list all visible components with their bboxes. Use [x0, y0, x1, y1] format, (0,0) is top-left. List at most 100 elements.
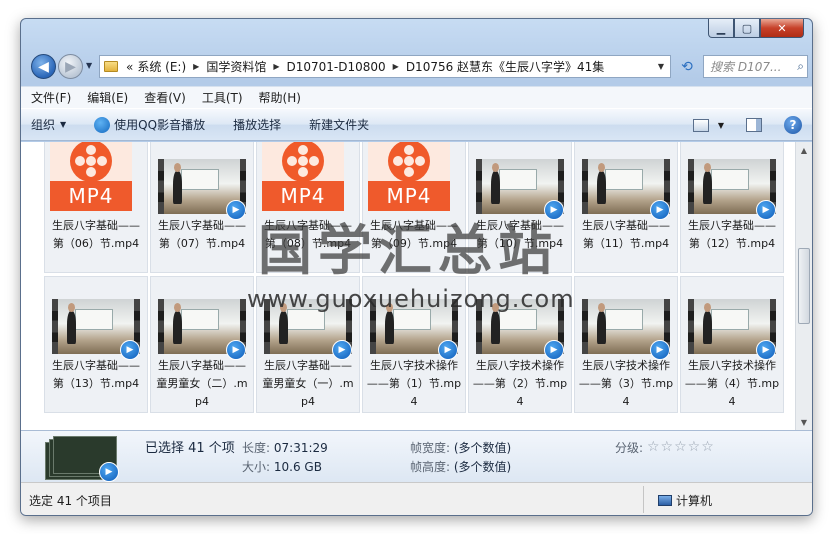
- file-name: 生辰八字基础——第（11）节.mp4: [582, 219, 670, 250]
- film-reel-icon: [70, 142, 112, 182]
- file-name: 生辰八字基础——童男童女（一）.mp4: [262, 359, 354, 408]
- file-name: 生辰八字技术操作——第（2）节.mp4: [472, 359, 568, 408]
- minimize-button[interactable]: ▁: [708, 19, 734, 38]
- file-item[interactable]: ▶ 生辰八字基础——童男童女（二）.mp4: [150, 276, 254, 413]
- scroll-up-icon[interactable]: ▲: [796, 142, 812, 158]
- size-row: 大小: 10.6 GB: [242, 458, 322, 475]
- play-qq-label: 使用QQ影音播放: [114, 118, 206, 132]
- play-selection-label: 播放选择: [233, 118, 282, 132]
- file-name: 生辰八字基础——第（13）节.mp4: [52, 359, 140, 390]
- presenter-shape: [491, 302, 501, 345]
- play-selection-button[interactable]: 播放选择: [233, 116, 281, 133]
- breadcrumb-range[interactable]: D10701-D10800: [282, 60, 389, 74]
- frame-height-label: 帧高度:: [410, 460, 451, 474]
- search-input[interactable]: 搜索 D107...: [710, 58, 781, 75]
- rating-stars[interactable]: ☆☆☆☆☆: [647, 439, 715, 455]
- breadcrumb-library[interactable]: 国学资料馆: [202, 58, 270, 75]
- chevron-right-icon[interactable]: ▶: [270, 62, 282, 71]
- file-item[interactable]: ▶ 生辰八字技术操作——第（3）节.mp4: [574, 276, 678, 413]
- refresh-icon[interactable]: ⟲: [675, 55, 699, 78]
- selected-count: 已选择 41 个项: [145, 441, 235, 456]
- file-name: 生辰八字基础——第（12）节.mp4: [688, 219, 776, 250]
- help-icon[interactable]: ?: [784, 116, 802, 134]
- presenter-shape: [597, 302, 607, 345]
- film-reel-icon: [388, 142, 430, 182]
- length-value: 07:31:29: [273, 441, 328, 455]
- presenter-shape: [491, 162, 501, 205]
- presenter-shape: [173, 302, 183, 345]
- breadcrumb-drive[interactable]: 系统 (E:): [133, 58, 190, 75]
- forward-button[interactable]: ▶: [58, 54, 83, 79]
- whiteboard-shape: [710, 308, 749, 330]
- status-bar: 选定 41 个项目 计算机: [21, 482, 812, 515]
- watermark-title: 国学汇总站: [258, 218, 558, 282]
- file-item[interactable]: ▶ 生辰八字基础——第（13）节.mp4: [44, 276, 148, 413]
- video-thumbnail: ▶: [158, 159, 246, 220]
- presenter-shape: [385, 302, 395, 345]
- chevron-right-icon[interactable]: ▶: [390, 62, 402, 71]
- recent-pages-icon[interactable]: ▼: [86, 61, 92, 70]
- file-item[interactable]: ▶ 生辰八字基础——第（11）节.mp4: [574, 142, 678, 273]
- scroll-thumb[interactable]: [798, 248, 810, 324]
- file-item[interactable]: ▶ 生辰八字基础——第（12）节.mp4: [680, 142, 784, 273]
- organize-label: 组织: [31, 118, 56, 132]
- whiteboard-shape: [180, 308, 219, 330]
- frame-width-label: 帧宽度:: [410, 441, 451, 455]
- command-bar: 组织 ▼ 使用QQ影音播放 播放选择 新建文件夹 ▼ ?: [21, 108, 812, 141]
- chevron-down-icon[interactable]: ▼: [652, 62, 670, 71]
- presenter-shape: [279, 302, 289, 345]
- menu-view[interactable]: 查看(V): [144, 89, 186, 106]
- presenter-shape: [703, 162, 713, 205]
- presenter-shape: [67, 302, 77, 345]
- menu-file[interactable]: 文件(F): [31, 89, 71, 106]
- search-icon[interactable]: ⌕: [797, 59, 804, 74]
- frame-width-value: (多个数值): [453, 441, 512, 455]
- play-qq-button[interactable]: 使用QQ影音播放: [94, 116, 205, 133]
- selection-thumbnail-stack: ▶: [45, 436, 121, 482]
- back-button[interactable]: ◀: [31, 54, 56, 79]
- file-name: 生辰八字基础——第（06）节.mp4: [52, 219, 140, 250]
- mp4-file-icon: MP4: [368, 142, 450, 211]
- new-folder-button[interactable]: 新建文件夹: [309, 116, 369, 133]
- address-bar[interactable]: « 系统 (E:) ▶ 国学资料馆 ▶ D10701-D10800 ▶ D107…: [99, 55, 671, 78]
- presenter-shape: [597, 162, 607, 205]
- address-overflow[interactable]: «: [126, 60, 133, 74]
- file-name: 生辰八字技术操作——第（4）节.mp4: [684, 359, 780, 408]
- file-item[interactable]: MP4 生辰八字基础——第（06）节.mp4: [44, 142, 148, 273]
- organize-button[interactable]: 组织 ▼: [31, 116, 66, 133]
- search-box[interactable]: 搜索 D107... ⌕: [703, 55, 808, 78]
- menu-tools[interactable]: 工具(T): [202, 89, 243, 106]
- preview-pane-icon[interactable]: [746, 118, 762, 132]
- change-view-icon[interactable]: [692, 118, 709, 132]
- folder-icon: [104, 61, 118, 72]
- whiteboard-shape: [604, 168, 643, 190]
- presenter-shape: [703, 302, 713, 345]
- scroll-down-icon[interactable]: ▼: [796, 414, 812, 430]
- rating-label: 分级:: [615, 441, 644, 455]
- new-folder-label: 新建文件夹: [309, 118, 370, 132]
- video-thumbnail: ▶: [582, 299, 670, 360]
- maximize-button[interactable]: ▢: [734, 19, 760, 38]
- details-pane: ▶ 已选择 41 个项 长度: 07:31:29 大小: 10.6 GB 帧宽度…: [21, 430, 812, 482]
- mp4-file-icon: MP4: [50, 142, 132, 211]
- whiteboard-shape: [710, 168, 749, 190]
- size-label: 大小:: [242, 460, 271, 474]
- file-name: 生辰八字技术操作——第（3）节.mp4: [578, 359, 674, 408]
- file-item[interactable]: ▶ 生辰八字基础——第（07）节.mp4: [150, 142, 254, 273]
- status-divider: [643, 486, 644, 513]
- file-item[interactable]: ▶ 生辰八字技术操作——第（4）节.mp4: [680, 276, 784, 413]
- menu-edit[interactable]: 编辑(E): [87, 89, 128, 106]
- breadcrumb-current[interactable]: D10756 赵慧东《生辰八字学》41集: [402, 58, 609, 75]
- status-location-label: 计算机: [676, 494, 713, 508]
- video-thumbnail: ▶: [158, 299, 246, 360]
- chevron-right-icon[interactable]: ▶: [190, 62, 202, 71]
- mp4-badge: MP4: [50, 181, 132, 211]
- frame-height-value: (多个数值): [453, 460, 512, 474]
- close-button[interactable]: ✕: [760, 19, 804, 38]
- video-thumbnail: ▶: [688, 299, 776, 360]
- video-thumbnail: ▶: [52, 299, 140, 360]
- vertical-scrollbar[interactable]: ▲ ▼: [795, 142, 812, 430]
- menu-help[interactable]: 帮助(H): [259, 89, 301, 106]
- chevron-down-icon[interactable]: ▼: [718, 121, 724, 130]
- computer-icon: [658, 495, 672, 506]
